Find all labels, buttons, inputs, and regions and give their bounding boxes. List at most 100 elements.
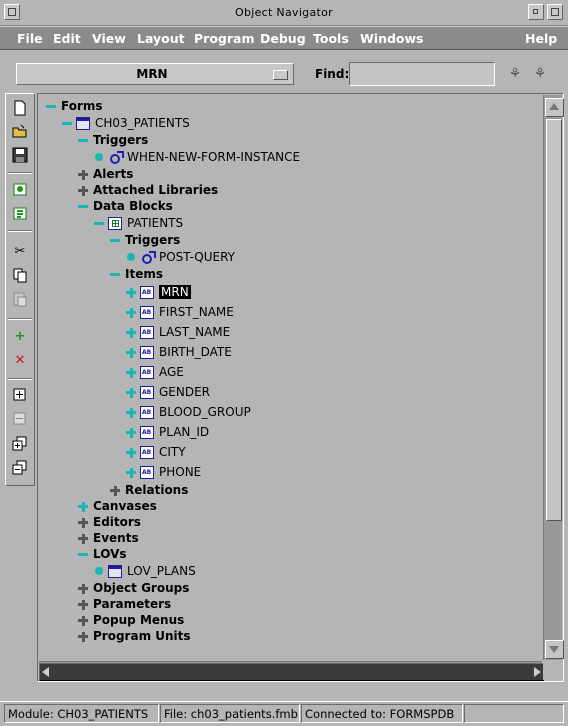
search-forward-icon[interactable]: ⚘ bbox=[505, 64, 525, 84]
expand-all-icon[interactable] bbox=[11, 436, 29, 454]
expand-node-icon[interactable] bbox=[78, 182, 88, 198]
expand-node-icon[interactable] bbox=[126, 404, 136, 420]
menu-file[interactable]: File bbox=[17, 31, 43, 46]
tree-node[interactable]: Items bbox=[110, 266, 163, 282]
paste-icon[interactable] bbox=[11, 291, 29, 309]
tree-node[interactable]: WHEN-NEW-FORM-INSTANCE bbox=[94, 148, 300, 166]
cut-icon[interactable]: ✂ bbox=[11, 243, 29, 261]
find-input[interactable] bbox=[349, 62, 495, 86]
create-icon[interactable]: + bbox=[11, 328, 29, 346]
tree-node[interactable]: MRN bbox=[126, 282, 191, 302]
search-backward-icon[interactable]: ⚘ bbox=[530, 64, 550, 84]
tree-node[interactable]: Editors bbox=[78, 514, 141, 530]
tree-node[interactable]: PATIENTS bbox=[94, 214, 183, 232]
tree-node[interactable]: Attached Libraries bbox=[78, 182, 218, 198]
collapse-node-icon[interactable] bbox=[78, 546, 88, 562]
chevron-down-icon[interactable] bbox=[273, 70, 288, 80]
expand-node-icon[interactable] bbox=[126, 364, 136, 380]
tree-node[interactable]: Triggers bbox=[78, 132, 148, 148]
tree-node[interactable]: PLAN_ID bbox=[126, 422, 209, 442]
collapse-node-icon[interactable] bbox=[94, 215, 104, 231]
run-form-icon[interactable] bbox=[11, 181, 29, 199]
collapse-node-icon[interactable] bbox=[110, 266, 120, 282]
leaf-node-icon[interactable] bbox=[94, 149, 104, 165]
expand-node-icon[interactable] bbox=[78, 514, 88, 530]
menu-edit[interactable]: Edit bbox=[53, 31, 81, 46]
menu-layout[interactable]: Layout bbox=[137, 31, 185, 46]
expand-node-icon[interactable] bbox=[78, 166, 88, 182]
module-combo[interactable]: MRN bbox=[16, 63, 294, 85]
tree-node-label: BIRTH_DATE bbox=[159, 345, 232, 359]
leaf-node-icon[interactable] bbox=[94, 563, 104, 579]
expand-node-icon[interactable] bbox=[110, 482, 120, 498]
leaf-node-icon[interactable] bbox=[126, 249, 136, 265]
maximize-button[interactable] bbox=[547, 4, 563, 20]
copy-icon[interactable] bbox=[11, 267, 29, 285]
vertical-scroll-thumb[interactable] bbox=[546, 119, 562, 521]
tree-node[interactable]: Popup Menus bbox=[78, 612, 184, 628]
expand-node-icon[interactable] bbox=[126, 444, 136, 460]
collapse-node-icon[interactable] bbox=[78, 132, 88, 148]
menu-program[interactable]: Program bbox=[194, 31, 255, 46]
tree-node[interactable]: Program Units bbox=[78, 628, 191, 644]
expand-node-icon[interactable] bbox=[126, 304, 136, 320]
tree-node[interactable]: LAST_NAME bbox=[126, 322, 230, 342]
horizontal-scroll-thumb[interactable] bbox=[39, 663, 544, 681]
scroll-up-icon[interactable] bbox=[545, 98, 564, 117]
menu-tools[interactable]: Tools bbox=[313, 31, 349, 46]
collapse-node-icon[interactable] bbox=[46, 98, 56, 114]
expand-node-icon[interactable] bbox=[126, 284, 136, 300]
delete-icon[interactable]: ✕ bbox=[11, 352, 29, 370]
tree-node[interactable]: Relations bbox=[110, 482, 188, 498]
open-icon[interactable] bbox=[11, 123, 29, 141]
tree-node[interactable]: Alerts bbox=[78, 166, 133, 182]
expand-node-icon[interactable] bbox=[78, 580, 88, 596]
tree-node[interactable]: LOVs bbox=[78, 546, 127, 562]
vertical-scrollbar[interactable] bbox=[543, 95, 564, 660]
expand-icon[interactable] bbox=[11, 388, 29, 406]
tree-node[interactable]: Data Blocks bbox=[78, 198, 173, 214]
expand-node-icon[interactable] bbox=[78, 596, 88, 612]
new-icon[interactable] bbox=[11, 100, 29, 118]
expand-node-icon[interactable] bbox=[126, 384, 136, 400]
expand-node-icon[interactable] bbox=[126, 424, 136, 440]
expand-node-icon[interactable] bbox=[126, 324, 136, 340]
tree-node[interactable]: CH03_PATIENTS bbox=[62, 114, 190, 132]
expand-node-icon[interactable] bbox=[78, 498, 88, 514]
title-bar[interactable]: Object Navigator bbox=[0, 0, 568, 26]
tree-node[interactable]: Forms bbox=[46, 98, 103, 114]
tree-node[interactable]: LOV_PLANS bbox=[94, 562, 196, 580]
menu-debug[interactable]: Debug bbox=[260, 31, 306, 46]
expand-node-icon[interactable] bbox=[78, 628, 88, 644]
collapse-node-icon[interactable] bbox=[78, 198, 88, 214]
menu-help[interactable]: Help bbox=[525, 31, 557, 46]
tree-node[interactable]: POST-QUERY bbox=[126, 248, 235, 266]
tree-node[interactable]: FIRST_NAME bbox=[126, 302, 234, 322]
tree-node[interactable]: CITY bbox=[126, 442, 186, 462]
tree-node[interactable]: Canvases bbox=[78, 498, 157, 514]
collapse-all-icon[interactable] bbox=[11, 460, 29, 478]
minimize-button[interactable] bbox=[528, 4, 544, 20]
tree-node[interactable]: BIRTH_DATE bbox=[126, 342, 232, 362]
menu-view[interactable]: View bbox=[92, 31, 126, 46]
scroll-down-icon[interactable] bbox=[545, 640, 564, 659]
tree-node[interactable]: Events bbox=[78, 530, 139, 546]
expand-node-icon[interactable] bbox=[126, 344, 136, 360]
tree-node[interactable]: AGE bbox=[126, 362, 184, 382]
collapse-node-icon[interactable] bbox=[62, 115, 72, 131]
tree-node[interactable]: GENDER bbox=[126, 382, 210, 402]
menu-windows[interactable]: Windows bbox=[360, 31, 424, 46]
tree-node[interactable]: PHONE bbox=[126, 462, 201, 482]
save-icon[interactable] bbox=[11, 147, 29, 165]
tree-node[interactable]: Triggers bbox=[110, 232, 180, 248]
tree-node[interactable]: Parameters bbox=[78, 596, 171, 612]
collapse-node-icon[interactable] bbox=[110, 232, 120, 248]
collapse-icon[interactable] bbox=[11, 412, 29, 430]
expand-node-icon[interactable] bbox=[78, 612, 88, 628]
horizontal-scrollbar[interactable] bbox=[39, 661, 544, 681]
debug-form-icon[interactable] bbox=[11, 205, 29, 223]
expand-node-icon[interactable] bbox=[126, 464, 136, 480]
tree-node[interactable]: BLOOD_GROUP bbox=[126, 402, 251, 422]
expand-node-icon[interactable] bbox=[78, 530, 88, 546]
tree-node[interactable]: Object Groups bbox=[78, 580, 189, 596]
